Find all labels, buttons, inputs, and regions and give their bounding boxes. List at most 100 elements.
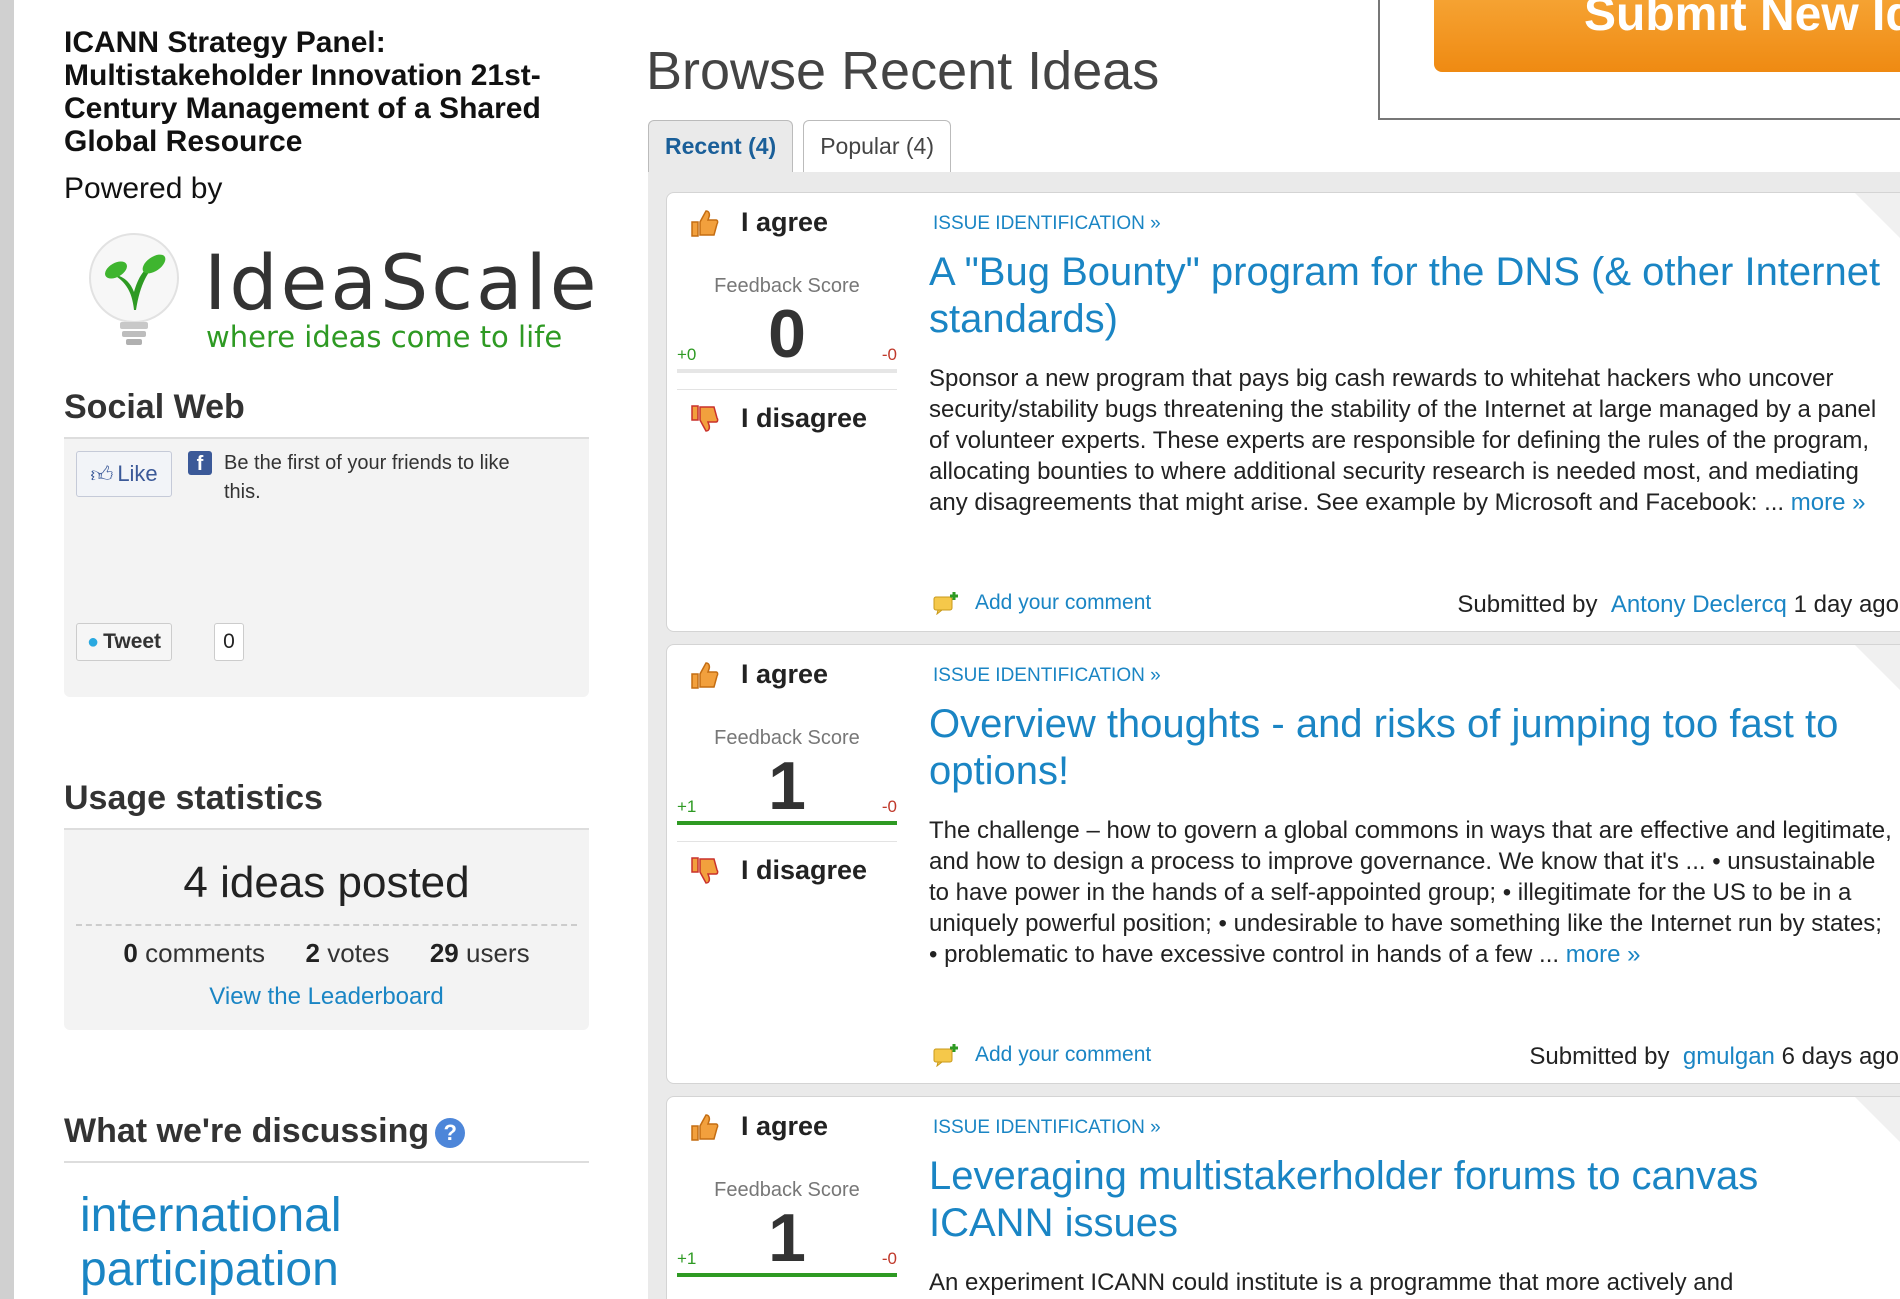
feedback-score: 0	[768, 296, 806, 372]
idea-title-link[interactable]: Overview thoughts - and risks of jumping…	[929, 701, 1889, 795]
submitted-by-label: Submitted by	[1457, 591, 1598, 618]
tab-recent[interactable]: Recent (4)	[648, 120, 794, 172]
ideascale-logo[interactable]: IdeaScale where ideas come to life	[64, 218, 596, 358]
add-comment-label: Add your comment	[975, 1043, 1152, 1066]
tweet-count: 0	[214, 623, 244, 661]
score-bar	[677, 821, 897, 825]
users-count: 29	[429, 938, 459, 968]
idea-category-link[interactable]: ISSUE IDENTIFICATION »	[933, 1117, 1161, 1139]
idea-category-link[interactable]: ISSUE IDENTIFICATION »	[933, 665, 1161, 687]
idea-description-text: Sponsor a new program that pays big cash…	[929, 365, 1877, 516]
idea-category-link[interactable]: ISSUE IDENTIFICATION »	[933, 213, 1161, 235]
agree-button[interactable]: I agree	[689, 1111, 828, 1142]
ideas-posted-count: 4 ideas posted	[76, 830, 577, 926]
tab-popular[interactable]: Popular (4)	[803, 120, 951, 172]
idea-card: I agree Feedback Score 1 +1 -0 I disagre…	[666, 644, 1900, 1084]
powered-by-label: Powered by	[64, 172, 223, 205]
usage-statistics-section: Usage statistics 4 ideas posted 0 commen…	[64, 779, 589, 1030]
thumbs-up-icon	[691, 661, 719, 689]
vote-divider	[677, 389, 897, 390]
disagree-button[interactable]: I disagree	[689, 403, 867, 434]
users-label: users	[466, 938, 530, 968]
comments-count: 0	[123, 938, 138, 968]
social-web-section: Social Web 👍︎ Like f Be the first of you…	[64, 388, 589, 697]
agree-label: I agree	[741, 1111, 829, 1141]
more-link[interactable]: more »	[1566, 941, 1641, 968]
submitted-age: 1 day ago	[1793, 591, 1899, 618]
help-icon[interactable]: ?	[435, 1118, 466, 1149]
thumbs-up-icon	[691, 209, 719, 237]
submitted-age: 6 days ago	[1781, 1043, 1899, 1070]
facebook-like-button[interactable]: 👍︎ Like	[76, 451, 172, 497]
idea-description: Sponsor a new program that pays big cash…	[929, 363, 1894, 518]
feedback-score-label: Feedback Score	[714, 1179, 860, 1201]
author-link[interactable]: Antony Declercq	[1611, 591, 1787, 618]
add-comment-icon	[933, 1044, 958, 1067]
browse-heading: Browse Recent Ideas	[646, 41, 1160, 101]
idea-card: I agree Feedback Score 1 +1 -0 ISSUE IDE…	[666, 1096, 1900, 1299]
main-content: Browse Recent Ideas Recent (4) Popular (…	[646, 0, 1900, 1299]
idea-tabs: Recent (4) Popular (4)	[648, 120, 951, 172]
agree-button[interactable]: I agree	[689, 207, 828, 238]
feedback-score: 1	[768, 1200, 806, 1276]
feedback-score-label: Feedback Score	[714, 275, 860, 297]
submit-new-idea-button[interactable]: Submit New Idea	[1434, 0, 1900, 72]
usage-stats-row: 0 comments 2 votes 29 users	[64, 938, 589, 969]
discussing-heading: What we're discussing?	[64, 1112, 589, 1163]
like-label: Like	[117, 461, 158, 486]
thumbs-down-icon	[691, 404, 719, 432]
usage-box: 4 ideas posted 0 comments 2 votes 29 use…	[64, 830, 589, 1030]
negative-votes: -0	[881, 797, 897, 816]
twitter-bird-icon: ●	[87, 630, 100, 653]
positive-votes: +0	[677, 345, 697, 364]
lightbulb-logo-icon	[89, 233, 179, 345]
negative-votes: -0	[881, 1249, 897, 1268]
add-comment-link[interactable]: Add your comment	[933, 591, 1151, 615]
votes-label: votes	[327, 938, 390, 968]
submit-idea-panel: Submit New Idea	[1378, 0, 1900, 120]
like-prompt-text: Be the first of your friends to like thi…	[224, 452, 510, 503]
discussing-heading-text: What we're discussing	[64, 1112, 430, 1150]
page: ICANN Strategy Panel: Multistakeholder I…	[0, 0, 1900, 1299]
tag-word-2: participation	[80, 1243, 339, 1296]
add-comment-label: Add your comment	[975, 591, 1152, 614]
thumbs-up-icon: 👍︎	[90, 461, 114, 487]
idea-title-link[interactable]: Leveraging multistakerholder forums to c…	[929, 1153, 1889, 1247]
idea-title-link[interactable]: A "Bug Bounty" program for the DNS (& ot…	[929, 249, 1889, 343]
agree-label: I agree	[741, 207, 829, 237]
feedback-score: 1	[768, 748, 806, 824]
positive-votes: +1	[677, 797, 697, 816]
score-bar	[677, 1273, 897, 1277]
positive-votes: +1	[677, 1249, 697, 1268]
agree-button[interactable]: I agree	[689, 659, 828, 690]
idea-description: An experiment ICANN could institute is a…	[929, 1269, 1734, 1296]
add-comment-link[interactable]: Add your comment	[933, 1043, 1151, 1067]
tag-word-1: international	[80, 1189, 342, 1242]
tweet-button[interactable]: ● Tweet	[76, 623, 173, 661]
discussing-section: What we're discussing? international part…	[64, 1112, 589, 1297]
add-comment-icon	[933, 592, 958, 615]
site-title: ICANN Strategy Panel: Multistakeholder I…	[64, 26, 541, 158]
sidebar: ICANN Strategy Panel: Multistakeholder I…	[64, 26, 596, 1297]
agree-label: I agree	[741, 659, 829, 689]
tag-link[interactable]: international participation	[80, 1189, 589, 1297]
thumbs-up-icon	[691, 1113, 719, 1141]
logo-wordmark: IdeaScale	[204, 238, 600, 327]
more-link[interactable]: more »	[1791, 489, 1866, 516]
disagree-button[interactable]: I disagree	[689, 855, 867, 886]
votes-count: 2	[305, 938, 320, 968]
submitted-by: Submitted by Antony Declercq 1 day ago	[1457, 591, 1899, 619]
submitted-by: Submitted by gmulgan 6 days ago	[1529, 1043, 1899, 1071]
facebook-icon: f	[188, 451, 212, 475]
social-box: 👍︎ Like f Be the first of your friends t…	[64, 439, 589, 697]
negative-votes: -0	[881, 345, 897, 364]
submitted-by-label: Submitted by	[1529, 1043, 1670, 1070]
social-web-heading: Social Web	[64, 388, 589, 439]
disagree-label: I disagree	[741, 403, 868, 433]
logo-tagline: where ideas come to life	[206, 320, 563, 354]
leaderboard-link[interactable]: View the Leaderboard	[64, 983, 589, 1011]
author-link[interactable]: gmulgan	[1683, 1043, 1775, 1070]
idea-card: I agree Feedback Score 0 +0 -0 I disagre…	[666, 192, 1900, 632]
tweet-label: Tweet	[103, 630, 162, 653]
disagree-label: I disagree	[741, 855, 868, 885]
